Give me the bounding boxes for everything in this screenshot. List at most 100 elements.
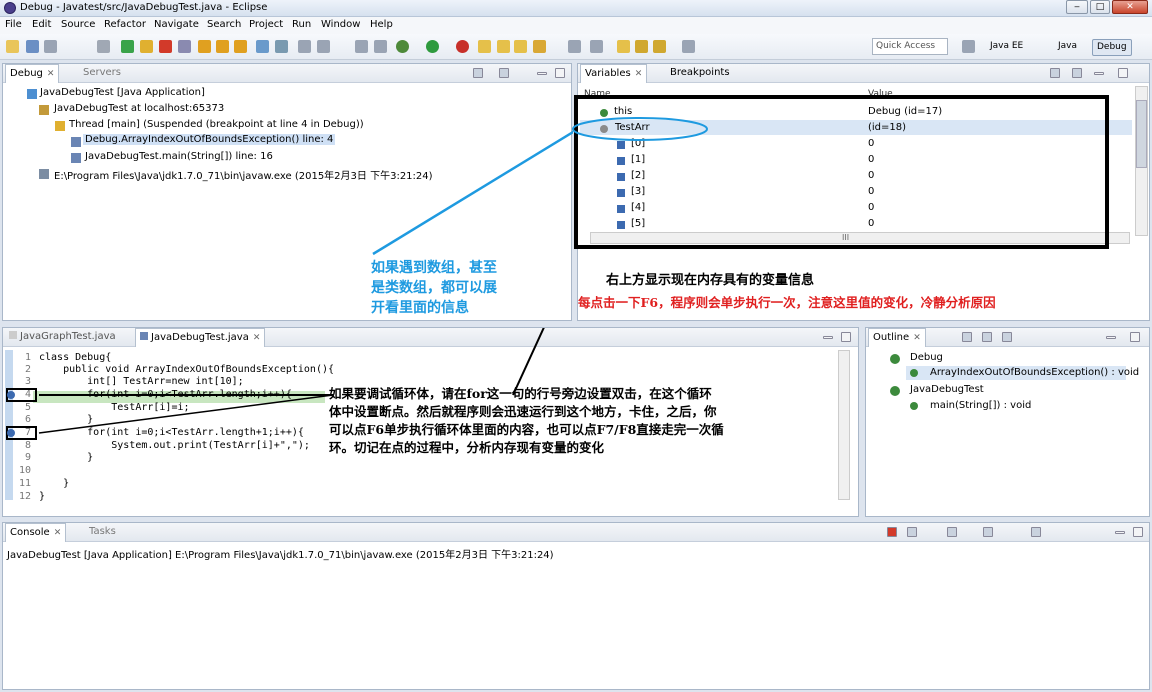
remove-launch-icon[interactable] <box>907 527 917 537</box>
maximize-view-icon[interactable] <box>1133 527 1143 537</box>
debug-run-icon[interactable] <box>396 40 409 53</box>
outline-item[interactable]: ArrayIndexOutOfBoundsException() : void <box>930 367 1139 378</box>
annotation-line: 开看里面的信息 <box>371 300 469 316</box>
toolbar-misc-icon[interactable] <box>682 40 695 53</box>
method-icon <box>910 402 918 410</box>
menu-help[interactable]: Help <box>370 19 393 30</box>
f6-annotation: 每点击一下F6，程序则会单步执行一次，注意这里值的变化，冷静分析原因 <box>578 295 996 310</box>
disconnect-icon[interactable] <box>178 40 191 53</box>
annotation-line: 体中设置断点。然后就程序则会迅速运行到这个地方，卡住，之后，你 <box>329 404 717 419</box>
search-icon[interactable] <box>533 40 546 53</box>
menu-navigate[interactable]: Navigate <box>154 19 199 30</box>
tab-outline[interactable]: Outline ✕ <box>868 328 926 347</box>
perspective-java-ee[interactable]: Java EE <box>986 39 1027 56</box>
variables-view: Variables ✕ Breakpoints Name Value this D… <box>572 63 1150 321</box>
new-package-icon[interactable] <box>497 40 510 53</box>
show-type-names-icon[interactable] <box>1050 68 1060 78</box>
back-icon[interactable] <box>635 40 648 53</box>
tab-console[interactable]: Console ✕ <box>5 523 67 542</box>
step-into-icon[interactable] <box>198 40 211 53</box>
print-icon[interactable] <box>44 40 57 53</box>
last-edit-icon[interactable] <box>617 40 630 53</box>
clear-console-icon[interactable] <box>947 527 957 537</box>
method-icon <box>910 369 918 377</box>
annotation-line: 可以点F6单步执行循环体里面的内容，也可以点F7/F8直接走完一次循 <box>329 422 724 437</box>
minimize-view-icon[interactable] <box>1115 531 1125 534</box>
annotation-line: 环。切记在点的过程中，分析内存现有变量的变化 <box>329 440 605 455</box>
close-icon[interactable]: ✕ <box>913 333 921 343</box>
perspective-label: Java EE <box>990 41 1024 51</box>
debug-view: Debug ✕ Servers JavaDebugTest [Java Appli… <box>2 63 573 321</box>
perspective-debug[interactable]: Debug <box>1092 39 1132 56</box>
step-return-icon[interactable] <box>234 40 247 53</box>
tab-breakpoints[interactable]: Breakpoints <box>666 64 734 83</box>
perspective-java[interactable]: Java <box>1054 39 1081 56</box>
outline-toolbar-icon[interactable] <box>962 332 972 342</box>
prev-annotation-icon[interactable] <box>590 40 603 53</box>
open-perspective-icon[interactable] <box>962 40 975 53</box>
perspective-label: Debug <box>1097 42 1127 52</box>
menu-source[interactable]: Source <box>61 19 95 30</box>
outline-tabstrip: Outline ✕ <box>866 328 1149 347</box>
class-icon <box>890 386 900 396</box>
minimize-button[interactable]: ‒ <box>1066 0 1088 14</box>
menu-search[interactable]: Search <box>207 19 241 30</box>
tab-variables[interactable]: Variables ✕ <box>580 64 648 83</box>
menu-window[interactable]: Window <box>321 19 360 30</box>
scroll-lock-icon[interactable] <box>983 527 993 537</box>
close-icon[interactable]: ✕ <box>54 528 62 538</box>
open-type-icon[interactable] <box>514 40 527 53</box>
pin-console-icon[interactable] <box>1031 527 1041 537</box>
toolbar-misc-icon[interactable] <box>298 40 311 53</box>
skip-breakpoints-icon[interactable] <box>97 40 110 53</box>
variables-tabstrip: Variables ✕ Breakpoints <box>578 64 1149 83</box>
external-tools-icon[interactable] <box>456 40 469 53</box>
suspend-icon[interactable] <box>140 40 153 53</box>
tab-label: Breakpoints <box>670 67 730 78</box>
menu-project[interactable]: Project <box>249 19 283 30</box>
outline-item[interactable]: Debug <box>910 352 943 363</box>
tab-tasks[interactable]: Tasks <box>85 523 120 542</box>
tab-label: Outline <box>873 332 910 343</box>
quick-access-input[interactable]: Quick Access <box>872 38 948 55</box>
tab-label: Console <box>10 527 50 538</box>
menu-edit[interactable]: Edit <box>32 19 51 30</box>
toolbar-misc-icon[interactable] <box>374 40 387 53</box>
use-step-filters-icon[interactable] <box>275 40 288 53</box>
resume-icon[interactable] <box>121 40 134 53</box>
close-button[interactable]: ✕ <box>1112 0 1148 14</box>
outline-item[interactable]: JavaDebugTest <box>910 384 984 395</box>
menu-file[interactable]: File <box>5 19 22 30</box>
new-java-project-icon[interactable] <box>478 40 491 53</box>
outline-toolbar-icon[interactable] <box>982 332 992 342</box>
perspective-label: Java <box>1058 41 1078 51</box>
menu-refactor[interactable]: Refactor <box>104 19 146 30</box>
collapse-all-icon[interactable] <box>1072 68 1082 78</box>
menu-run[interactable]: Run <box>292 19 311 30</box>
terminate-icon[interactable] <box>159 40 172 53</box>
console-view: Console ✕ Tasks JavaDebugTest [Java Appli… <box>2 522 1150 690</box>
close-icon[interactable]: ✕ <box>635 69 643 79</box>
tab-label: Variables <box>585 68 631 79</box>
scroll-thumb[interactable] <box>1136 100 1147 168</box>
forward-icon[interactable] <box>653 40 666 53</box>
outline-toolbar-icon[interactable] <box>1002 332 1012 342</box>
maximize-button[interactable]: □ <box>1090 0 1110 14</box>
outline-view: Outline ✕ Debug ArrayIndexOutOfBoundsExce… <box>865 327 1150 517</box>
next-annotation-icon[interactable] <box>568 40 581 53</box>
save-icon[interactable] <box>26 40 39 53</box>
run-icon[interactable] <box>426 40 439 53</box>
toolbar-misc-icon[interactable] <box>355 40 368 53</box>
class-icon <box>890 354 900 364</box>
tab-label: Tasks <box>89 526 116 537</box>
minimize-view-icon[interactable] <box>1094 72 1104 75</box>
maximize-view-icon[interactable] <box>1130 332 1140 342</box>
drop-to-frame-icon[interactable] <box>256 40 269 53</box>
step-over-icon[interactable] <box>216 40 229 53</box>
outline-item[interactable]: main(String[]) : void <box>930 400 1031 411</box>
toolbar-misc-icon[interactable] <box>317 40 330 53</box>
minimize-view-icon[interactable] <box>1106 336 1116 339</box>
maximize-view-icon[interactable] <box>1118 68 1128 78</box>
new-icon[interactable] <box>6 40 19 53</box>
terminate-icon[interactable] <box>887 527 897 537</box>
